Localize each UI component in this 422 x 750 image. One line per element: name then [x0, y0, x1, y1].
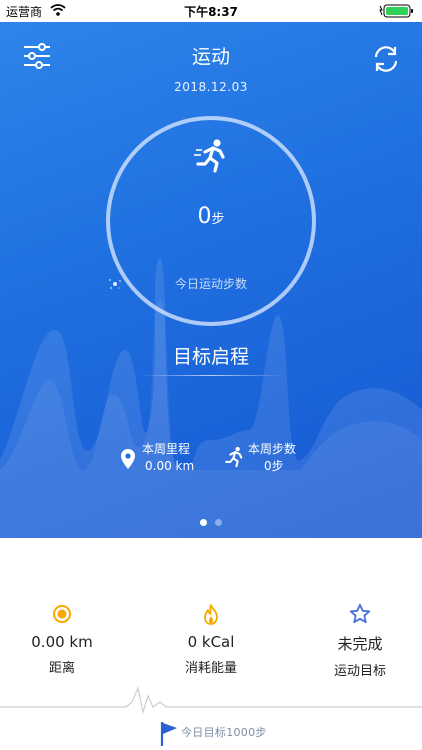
calories-value: 0 kCal — [187, 633, 235, 651]
weekly-steps-value: 0步 — [264, 459, 284, 473]
goal-title-divider — [138, 375, 284, 376]
page-title: 运动 — [191, 46, 230, 68]
stat-calories: 0 kCal 消耗能量 — [141, 603, 281, 676]
pulse-line — [0, 686, 422, 715]
page-indicator[interactable] — [0, 511, 422, 530]
location-pin-icon — [121, 449, 135, 469]
goal-status-label: 运动目标 — [333, 664, 386, 679]
running-person-icon — [225, 446, 243, 468]
weekly-steps: 本周步数 0步 — [248, 441, 296, 475]
clock-time: 下午8:37 — [184, 5, 238, 19]
weekly-steps-label: 本周步数 — [248, 442, 297, 456]
today-steps-label: 今日运动步数 — [174, 277, 247, 291]
goal-flag-icon — [160, 722, 177, 746]
stat-distance: 0.00 km 距离 — [0, 603, 132, 676]
weekly-distance: 本周里程 0.00 km — [142, 441, 194, 475]
distance-label: 距离 — [48, 661, 75, 676]
battery-icon — [379, 4, 413, 18]
stat-goal: 未完成 运动目标 — [290, 603, 422, 679]
current-date: 2018.12.03 — [174, 80, 248, 94]
running-person-icon — [194, 139, 225, 173]
status-bar: 运营商 下午8:37 — [0, 0, 422, 22]
distance-value: 0.00 km — [31, 633, 93, 651]
goal-status-value: 未完成 — [337, 635, 383, 653]
today-steps: 0步 — [106, 204, 316, 229]
flame-icon — [204, 604, 218, 625]
goal-start-title: 目标启程 — [172, 346, 249, 368]
refresh-sync-icon[interactable] — [371, 44, 401, 74]
page-dot-active[interactable] — [200, 519, 207, 526]
weekly-distance-value: 0.00 km — [145, 459, 195, 473]
calories-label: 消耗能量 — [184, 661, 237, 676]
page-dot[interactable] — [215, 519, 222, 526]
today-steps-value: 0 — [197, 204, 212, 229]
star-icon — [349, 603, 371, 624]
weekly-distance-label: 本周里程 — [142, 442, 191, 456]
daily-goal-text: 今日目标1000步 — [181, 726, 267, 739]
clock-dot-icon — [53, 605, 71, 623]
today-steps-unit: 步 — [211, 212, 225, 227]
